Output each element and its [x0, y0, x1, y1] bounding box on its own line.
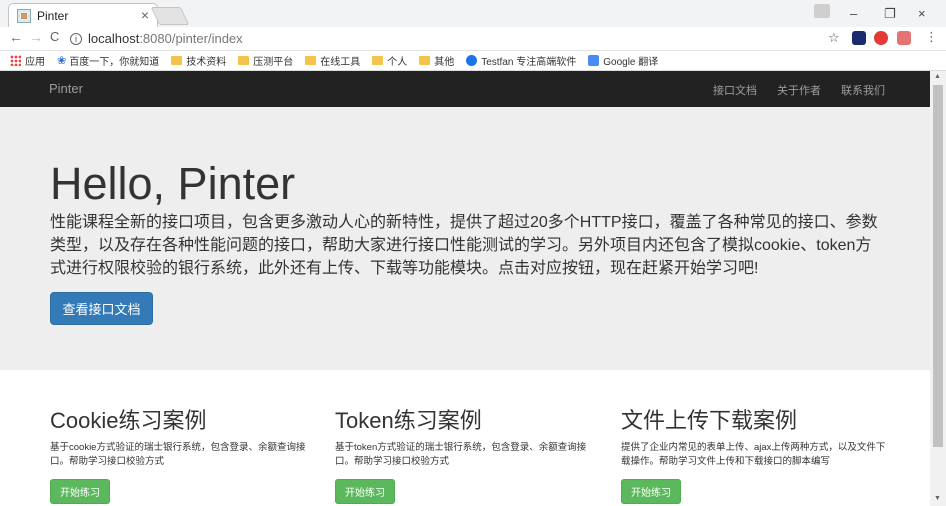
favicon-icon	[17, 8, 31, 23]
start-practice-button[interactable]: 开始练习	[335, 479, 395, 504]
folder-icon	[372, 56, 384, 65]
bookmark-google-translate[interactable]: Google 翻译	[588, 53, 658, 68]
apps-grid-icon	[10, 55, 21, 66]
scroll-thumb[interactable]	[933, 85, 943, 447]
extension-red-icon[interactable]	[897, 31, 911, 45]
card-description: 提供了企业内常见的表单上传、ajax上传两种方式，以及文件下载操作。帮助学习文件…	[621, 442, 886, 467]
card-description: 基于cookie方式验证的瑞士银行系统，包含登录、余额查询接口。帮助学习接口校验…	[50, 442, 306, 467]
forward-button[interactable]: →	[29, 29, 43, 45]
bookmark-folder-tech[interactable]: 技术资料	[171, 53, 226, 68]
folder-icon	[305, 56, 317, 65]
site-navbar: Pinter 接口文档 关于作者 联系我们	[0, 71, 930, 107]
start-practice-button[interactable]: 开始练习	[50, 479, 110, 504]
token-card: Token练习案例 基于token方式验证的瑞士银行系统，包含登录、余额查询接口…	[335, 403, 605, 504]
translate-icon	[588, 55, 600, 66]
bookmark-star-icon[interactable]: ☆	[828, 30, 840, 46]
nav-links: 接口文档 关于作者 联系我们	[713, 82, 885, 98]
browser-tab[interactable]: Pinter ×	[8, 3, 158, 27]
extension-icon[interactable]	[852, 31, 866, 45]
bookmark-testfan[interactable]: Testfan 专注高端软件	[466, 53, 576, 68]
tab-close-icon[interactable]: ×	[141, 7, 149, 23]
window-close-button[interactable]: ×	[918, 6, 926, 21]
bookmark-folder-loadtest[interactable]: 压测平台	[238, 53, 293, 68]
site-brand[interactable]: Pinter	[49, 81, 83, 96]
nav-link-about-author[interactable]: 关于作者	[777, 82, 821, 98]
card-description: 基于token方式验证的瑞士银行系统，包含登录、余额查询接口。帮助学习接口校验方…	[335, 442, 587, 467]
minimize-button[interactable]: –	[850, 6, 857, 21]
back-button[interactable]: ←	[9, 29, 23, 45]
nav-link-contact[interactable]: 联系我们	[841, 82, 885, 98]
profile-icon[interactable]	[814, 4, 830, 18]
info-icon[interactable]: i	[70, 32, 82, 45]
file-upload-card: 文件上传下载案例 提供了企业内常见的表单上传、ajax上传两种方式，以及文件下载…	[621, 403, 891, 504]
hero-title: Hello, Pinter	[50, 158, 296, 209]
view-api-docs-button[interactable]: 查看接口文档	[50, 292, 153, 325]
browser-tabstrip: Pinter × – ❐ ×	[0, 0, 946, 27]
hero-jumbotron: Hello, Pinter 性能课程全新的接口项目，包含更多激动人心的新特性，提…	[0, 107, 930, 370]
page-viewport: Pinter 接口文档 关于作者 联系我们 Hello, Pinter 性能课程…	[0, 71, 930, 506]
adblock-icon[interactable]	[874, 31, 888, 45]
bookmark-folder-other[interactable]: 其他	[419, 53, 454, 68]
start-practice-button[interactable]: 开始练习	[621, 479, 681, 504]
scroll-down-arrow-icon[interactable]: ▼	[934, 495, 941, 502]
hero-description: 性能课程全新的接口项目，包含更多激动人心的新特性，提供了超过20多个HTTP接口…	[50, 214, 878, 277]
folder-icon	[238, 56, 250, 65]
address-bar[interactable]: i localhost :8080/pinter/index	[70, 29, 852, 48]
card-title: 文件上传下载案例	[621, 408, 798, 433]
vertical-scrollbar[interactable]: ▲ ▼	[930, 71, 946, 506]
bookmark-folder-personal[interactable]: 个人	[372, 53, 407, 68]
bookmark-folder-tools[interactable]: 在线工具	[305, 53, 360, 68]
url-host: localhost	[88, 31, 140, 46]
maximize-button[interactable]: ❐	[884, 6, 896, 22]
scroll-up-arrow-icon[interactable]: ▲	[934, 73, 941, 80]
bookmarks-bar: 应用 ❀ 百度一下，你就知道 技术资料 压测平台 在线工具 个人 其他 Test…	[0, 51, 946, 71]
card-title: Token练习案例	[335, 408, 482, 433]
cookie-card: Cookie练习案例 基于cookie方式验证的瑞士银行系统，包含登录、余额查询…	[50, 403, 320, 504]
chrome-menu-icon[interactable]: ⋮	[925, 29, 938, 45]
globe-icon	[466, 55, 478, 66]
bookmark-apps[interactable]: 应用	[10, 53, 45, 68]
folder-icon	[171, 56, 183, 65]
browser-toolbar: ← → C i localhost :8080/pinter/index ☆ ⋮	[0, 27, 946, 51]
reload-button[interactable]: C	[50, 29, 59, 44]
baidu-paw-icon: ❀	[57, 55, 67, 67]
bookmark-baidu[interactable]: ❀ 百度一下，你就知道	[57, 53, 159, 68]
nav-link-api-docs[interactable]: 接口文档	[713, 82, 757, 98]
tab-title: Pinter	[37, 8, 69, 23]
card-title: Cookie练习案例	[50, 408, 207, 433]
url-path: :8080/pinter/index	[139, 31, 243, 46]
folder-icon	[419, 56, 431, 65]
